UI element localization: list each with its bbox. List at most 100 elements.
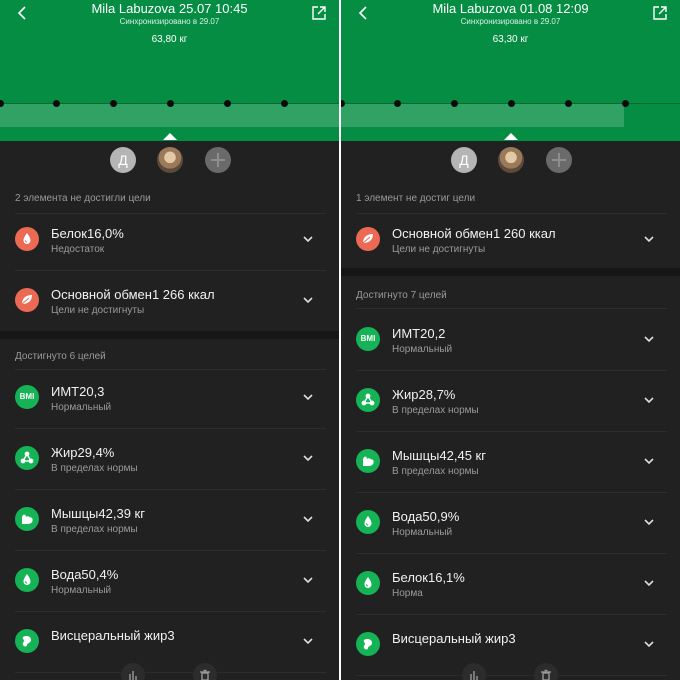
chevron-down-icon[interactable]	[642, 637, 656, 651]
metric-row[interactable]: Мышцы42,39 кг В пределах нормы	[0, 490, 339, 550]
comparison-screenshot: Mila Labuzova 25.07 10:45 Синхронизирован…	[0, 0, 680, 680]
metric-row[interactable]: Жир28,7% В пределах нормы	[341, 371, 680, 431]
avatar-user-letter[interactable]: Д	[451, 147, 477, 173]
leaf-icon	[15, 288, 39, 312]
history-point[interactable]	[110, 100, 117, 107]
metric-row[interactable]: Основной обмен1 266 ккал Цели не достигну…	[0, 271, 339, 331]
chart-icon[interactable]	[462, 663, 486, 680]
chevron-down-icon[interactable]	[642, 332, 656, 346]
metric-row[interactable]: Основной обмен1 260 ккал Цели не достигну…	[341, 210, 680, 270]
sync-status: Синхронизировано в 29.07	[119, 17, 220, 26]
metric-name: Мышцы42,45 кг	[392, 448, 486, 463]
back-icon[interactable]	[15, 4, 31, 22]
metric-status: В пределах нормы	[392, 405, 479, 416]
comparison-panel: Mila Labuzova 01.08 12:09 Синхронизирован…	[341, 0, 680, 680]
metric-status: Нормальный	[392, 344, 453, 355]
metric-name: ИМТ20,2	[392, 326, 446, 341]
metric-name: Основной обмен1 260 ккал	[392, 226, 556, 241]
leaf-icon	[356, 227, 380, 251]
chevron-down-icon[interactable]	[301, 634, 315, 648]
metric-row[interactable]: Вода50,4% Нормальный	[0, 551, 339, 611]
chevron-down-icon[interactable]	[642, 454, 656, 468]
share-icon[interactable]	[310, 4, 328, 22]
metric-name: Мышцы42,39 кг	[51, 506, 145, 521]
history-point[interactable]	[451, 100, 458, 107]
metric-name: Вода50,4%	[51, 567, 119, 582]
weight-history-band	[341, 103, 624, 127]
add-user-button[interactable]	[546, 147, 572, 173]
metric-status: В пределах нормы	[51, 463, 138, 474]
chevron-down-icon[interactable]	[301, 232, 315, 246]
avatar-user-photo[interactable]	[157, 147, 183, 173]
section-header-met: Достигнуто 7 целей	[356, 290, 447, 301]
section-separator	[356, 308, 667, 309]
metric-name: Жир28,7%	[392, 387, 456, 402]
metric-row[interactable]: Висцеральный жир3	[341, 615, 680, 675]
muscle-icon	[15, 507, 39, 531]
history-point[interactable]	[281, 100, 288, 107]
sync-status: Синхронизировано в 29.07	[460, 17, 561, 26]
chevron-down-icon[interactable]	[301, 512, 315, 526]
chevron-down-icon[interactable]	[642, 576, 656, 590]
chevron-down-icon[interactable]	[642, 515, 656, 529]
section-gap	[341, 268, 680, 276]
history-point[interactable]	[622, 100, 629, 107]
muscle-icon	[356, 449, 380, 473]
metric-status: Цели не достигнуты	[392, 244, 486, 255]
metric-row[interactable]: Жир29,4% В пределах нормы	[0, 429, 339, 489]
water-drop-icon	[15, 568, 39, 592]
water-drop-icon	[356, 510, 380, 534]
metric-row[interactable]: Висцеральный жир3	[0, 612, 339, 672]
visceral-fat-icon	[15, 629, 39, 653]
share-icon[interactable]	[651, 4, 669, 22]
history-point[interactable]	[167, 100, 174, 107]
metric-name: Основной обмен1 266 ккал	[51, 287, 215, 302]
chart-icon[interactable]	[121, 663, 145, 680]
trash-icon[interactable]	[534, 663, 558, 680]
section-header-unmet: 1 элемент не достиг цели	[356, 193, 476, 204]
back-icon[interactable]	[356, 4, 372, 22]
row-separator	[356, 675, 667, 676]
metric-row[interactable]: Белок16,0% Недостаток	[0, 210, 339, 270]
bmi-icon: BMI	[356, 327, 380, 351]
history-point[interactable]	[53, 100, 60, 107]
metric-row[interactable]: Мышцы42,45 кг В пределах нормы	[341, 432, 680, 492]
metric-status: Норма	[392, 588, 423, 599]
history-point[interactable]	[508, 100, 515, 107]
section-header-met: Достигнуто 6 целей	[15, 351, 106, 362]
metric-name: Жир29,4%	[51, 445, 115, 460]
metric-status: Нормальный	[392, 527, 453, 538]
comparison-panel: Mila Labuzova 25.07 10:45 Синхронизирован…	[0, 0, 339, 680]
selected-marker	[504, 133, 518, 140]
avatar-user-photo[interactable]	[498, 147, 524, 173]
weight-value: 63,80 кг	[151, 34, 188, 45]
metric-row[interactable]: Белок16,1% Норма	[341, 554, 680, 614]
chevron-down-icon[interactable]	[301, 451, 315, 465]
metric-name: Висцеральный жир3	[51, 628, 175, 643]
metric-status: В пределах нормы	[392, 466, 479, 477]
metric-row[interactable]: BMI ИМТ20,3 Нормальный	[0, 368, 339, 428]
metric-name: Вода50,9%	[392, 509, 460, 524]
metric-row[interactable]: Вода50,9% Нормальный	[341, 493, 680, 553]
bmi-icon: BMI	[15, 385, 39, 409]
metric-status: В пределах нормы	[51, 524, 138, 535]
history-point[interactable]	[394, 100, 401, 107]
metric-name: Белок16,0%	[51, 226, 124, 241]
add-user-button[interactable]	[205, 147, 231, 173]
selected-marker	[163, 133, 177, 140]
history-point[interactable]	[224, 100, 231, 107]
history-point[interactable]	[565, 100, 572, 107]
chevron-down-icon[interactable]	[642, 393, 656, 407]
chevron-down-icon[interactable]	[301, 390, 315, 404]
page-title: Mila Labuzova 25.07 10:45	[91, 1, 248, 16]
chevron-down-icon[interactable]	[642, 232, 656, 246]
section-gap	[0, 331, 339, 339]
page-title: Mila Labuzova 01.08 12:09	[432, 1, 589, 16]
drop-icon	[15, 227, 39, 251]
metric-row[interactable]: BMI ИМТ20,2 Нормальный	[341, 310, 680, 370]
trash-icon[interactable]	[193, 663, 217, 680]
chevron-down-icon[interactable]	[301, 293, 315, 307]
metric-status: Цели не достигнуты	[51, 305, 145, 316]
avatar-user-letter[interactable]: Д	[110, 147, 136, 173]
chevron-down-icon[interactable]	[301, 573, 315, 587]
